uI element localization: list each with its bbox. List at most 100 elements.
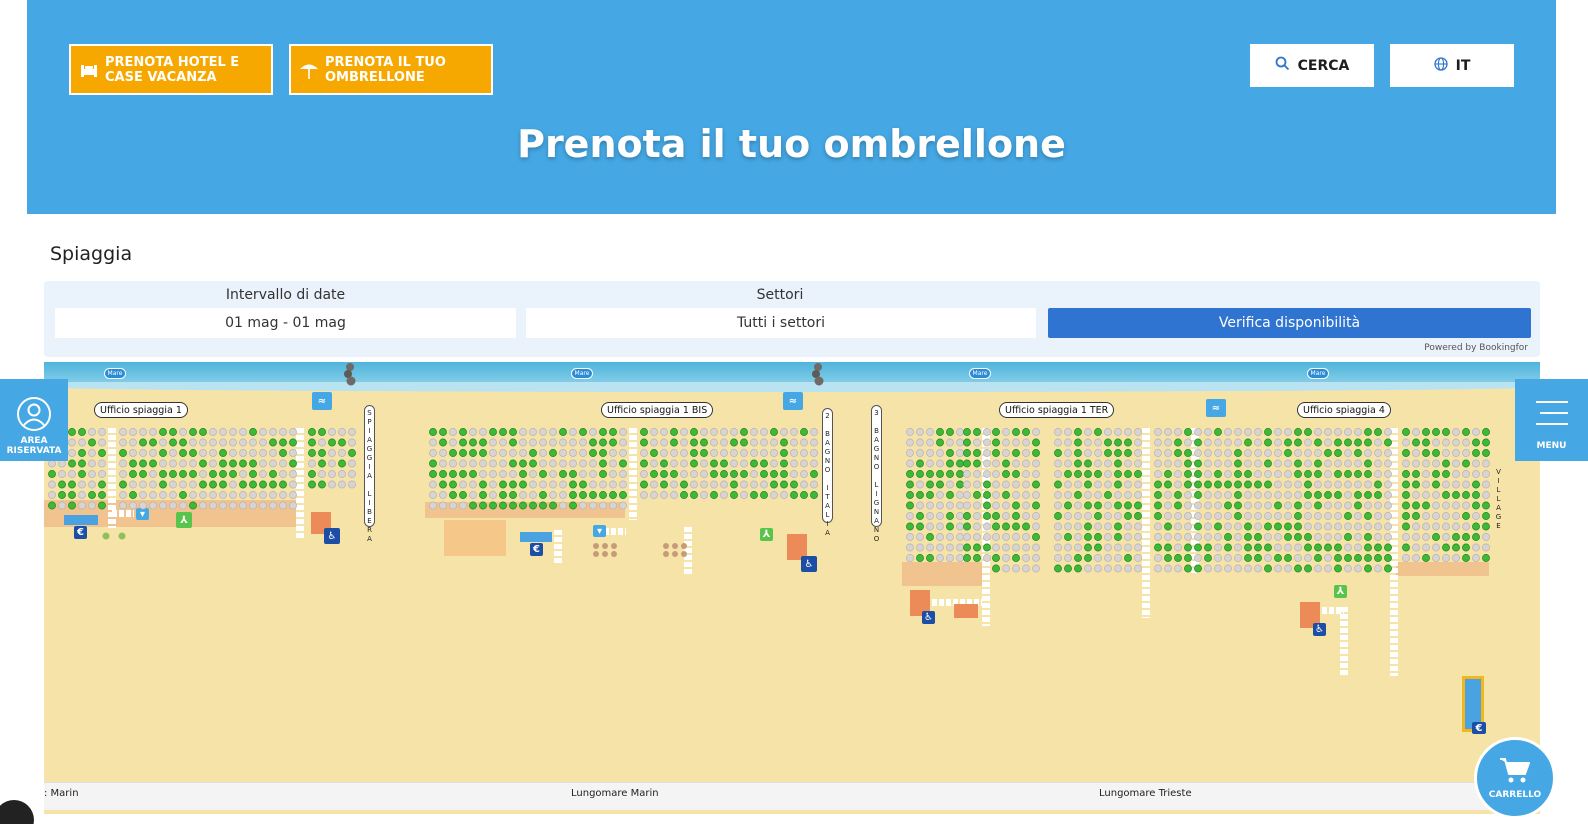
umbrella-available[interactable] xyxy=(690,449,698,457)
umbrella-available[interactable] xyxy=(68,491,76,499)
umbrella-available[interactable] xyxy=(189,428,197,436)
umbrella-available[interactable] xyxy=(159,449,167,457)
umbrella-available[interactable] xyxy=(209,470,217,478)
umbrella-available[interactable] xyxy=(179,449,187,457)
umbrella-available[interactable] xyxy=(1134,512,1142,520)
umbrella-available[interactable] xyxy=(129,459,137,468)
umbrella-available[interactable] xyxy=(1074,438,1082,447)
umbrella-available[interactable] xyxy=(1432,533,1440,541)
umbrella-available[interactable] xyxy=(650,470,658,478)
umbrella-available[interactable] xyxy=(926,470,934,478)
umbrella-available[interactable] xyxy=(973,554,981,562)
umbrella-available[interactable] xyxy=(1334,543,1342,552)
umbrella-available[interactable] xyxy=(479,491,487,499)
umbrella-available[interactable] xyxy=(289,438,297,447)
umbrella-available[interactable] xyxy=(963,522,971,531)
umbrella-available[interactable] xyxy=(1472,522,1480,531)
umbrella-available[interactable] xyxy=(946,459,954,468)
umbrella-available[interactable] xyxy=(1402,522,1410,531)
umbrella-available[interactable] xyxy=(1344,438,1352,447)
umbrella-available[interactable] xyxy=(539,501,547,510)
umbrella-available[interactable] xyxy=(519,480,527,489)
umbrella-available[interactable] xyxy=(1402,501,1410,510)
umbrella-available[interactable] xyxy=(1294,501,1302,510)
umbrella-available[interactable] xyxy=(936,480,944,489)
umbrella-available[interactable] xyxy=(1244,554,1252,562)
umbrella-available[interactable] xyxy=(680,491,688,499)
umbrella-available[interactable] xyxy=(946,428,954,436)
umbrella-available[interactable] xyxy=(1412,480,1420,489)
umbrella-available[interactable] xyxy=(1074,428,1082,436)
umbrella-available[interactable] xyxy=(1184,543,1192,552)
umbrella-available[interactable] xyxy=(499,491,507,499)
umbrella-available[interactable] xyxy=(926,480,934,489)
umbrella-available[interactable] xyxy=(279,480,287,489)
umbrella-available[interactable] xyxy=(1254,554,1262,562)
umbrella-available[interactable] xyxy=(906,480,914,489)
umbrella-available[interactable] xyxy=(1184,470,1192,478)
umbrella-available[interactable] xyxy=(946,522,954,531)
umbrella-available[interactable] xyxy=(1354,438,1362,447)
umbrella-available[interactable] xyxy=(179,470,187,478)
umbrella-available[interactable] xyxy=(730,438,738,447)
umbrella-available[interactable] xyxy=(992,564,1000,573)
umbrella-available[interactable] xyxy=(269,480,277,489)
umbrella-available[interactable] xyxy=(119,480,127,489)
umbrella-available[interactable] xyxy=(1374,554,1382,562)
umbrella-available[interactable] xyxy=(690,428,698,436)
umbrella-available[interactable] xyxy=(680,480,688,489)
umbrella-available[interactable] xyxy=(1114,438,1122,447)
umbrella-available[interactable] xyxy=(1304,428,1312,436)
umbrella-available[interactable] xyxy=(348,449,356,457)
umbrella-available[interactable] xyxy=(179,438,187,447)
umbrella-available[interactable] xyxy=(1174,554,1182,562)
umbrella-available[interactable] xyxy=(169,438,177,447)
umbrella-available[interactable] xyxy=(1384,543,1392,552)
umbrella-available[interactable] xyxy=(1472,533,1480,541)
umbrella-available[interactable] xyxy=(670,428,678,436)
umbrella-available[interactable] xyxy=(1094,512,1102,520)
umbrella-available[interactable] xyxy=(963,554,971,562)
umbrella-available[interactable] xyxy=(1422,438,1430,447)
umbrella-available[interactable] xyxy=(519,459,527,468)
umbrella-available[interactable] xyxy=(1432,470,1440,478)
umbrella-available[interactable] xyxy=(973,428,981,436)
umbrella-available[interactable] xyxy=(338,438,346,447)
umbrella-available[interactable] xyxy=(916,459,924,468)
umbrella-available[interactable] xyxy=(589,491,597,499)
umbrella-available[interactable] xyxy=(88,438,96,447)
umbrella-available[interactable] xyxy=(1452,533,1460,541)
umbrella-available[interactable] xyxy=(1432,449,1440,457)
umbrella-available[interactable] xyxy=(1184,480,1192,489)
umbrella-available[interactable] xyxy=(1364,491,1372,499)
umbrella-available[interactable] xyxy=(1234,512,1242,520)
umbrella-available[interactable] xyxy=(730,480,738,489)
umbrella-available[interactable] xyxy=(48,501,56,510)
umbrella-available[interactable] xyxy=(1174,491,1182,499)
umbrella-available[interactable] xyxy=(1254,480,1262,489)
umbrella-available[interactable] xyxy=(1032,438,1040,447)
umbrella-available[interactable] xyxy=(1442,428,1450,436)
umbrella-available[interactable] xyxy=(1244,438,1252,447)
umbrella-available[interactable] xyxy=(1234,459,1242,468)
umbrella-available[interactable] xyxy=(946,449,954,457)
umbrella-available[interactable] xyxy=(1432,428,1440,436)
umbrella-available[interactable] xyxy=(579,428,587,436)
umbrella-available[interactable] xyxy=(579,480,587,489)
umbrella-available[interactable] xyxy=(1304,543,1312,552)
umbrella-available[interactable] xyxy=(479,501,487,510)
umbrella-available[interactable] xyxy=(159,470,167,478)
umbrella-available[interactable] xyxy=(1482,428,1490,436)
umbrella-available[interactable] xyxy=(1482,449,1490,457)
umbrella-available[interactable] xyxy=(710,470,718,478)
umbrella-available[interactable] xyxy=(1184,554,1192,562)
umbrella-available[interactable] xyxy=(1012,470,1020,478)
umbrella-available[interactable] xyxy=(1084,480,1092,489)
cart-button[interactable]: CARRELLO xyxy=(1474,737,1556,819)
umbrella-available[interactable] xyxy=(569,480,577,489)
umbrella-available[interactable] xyxy=(946,491,954,499)
umbrella-available[interactable] xyxy=(1412,512,1420,520)
umbrella-available[interactable] xyxy=(1194,459,1202,468)
umbrella-available[interactable] xyxy=(1314,491,1322,499)
umbrella-available[interactable] xyxy=(1254,533,1262,541)
